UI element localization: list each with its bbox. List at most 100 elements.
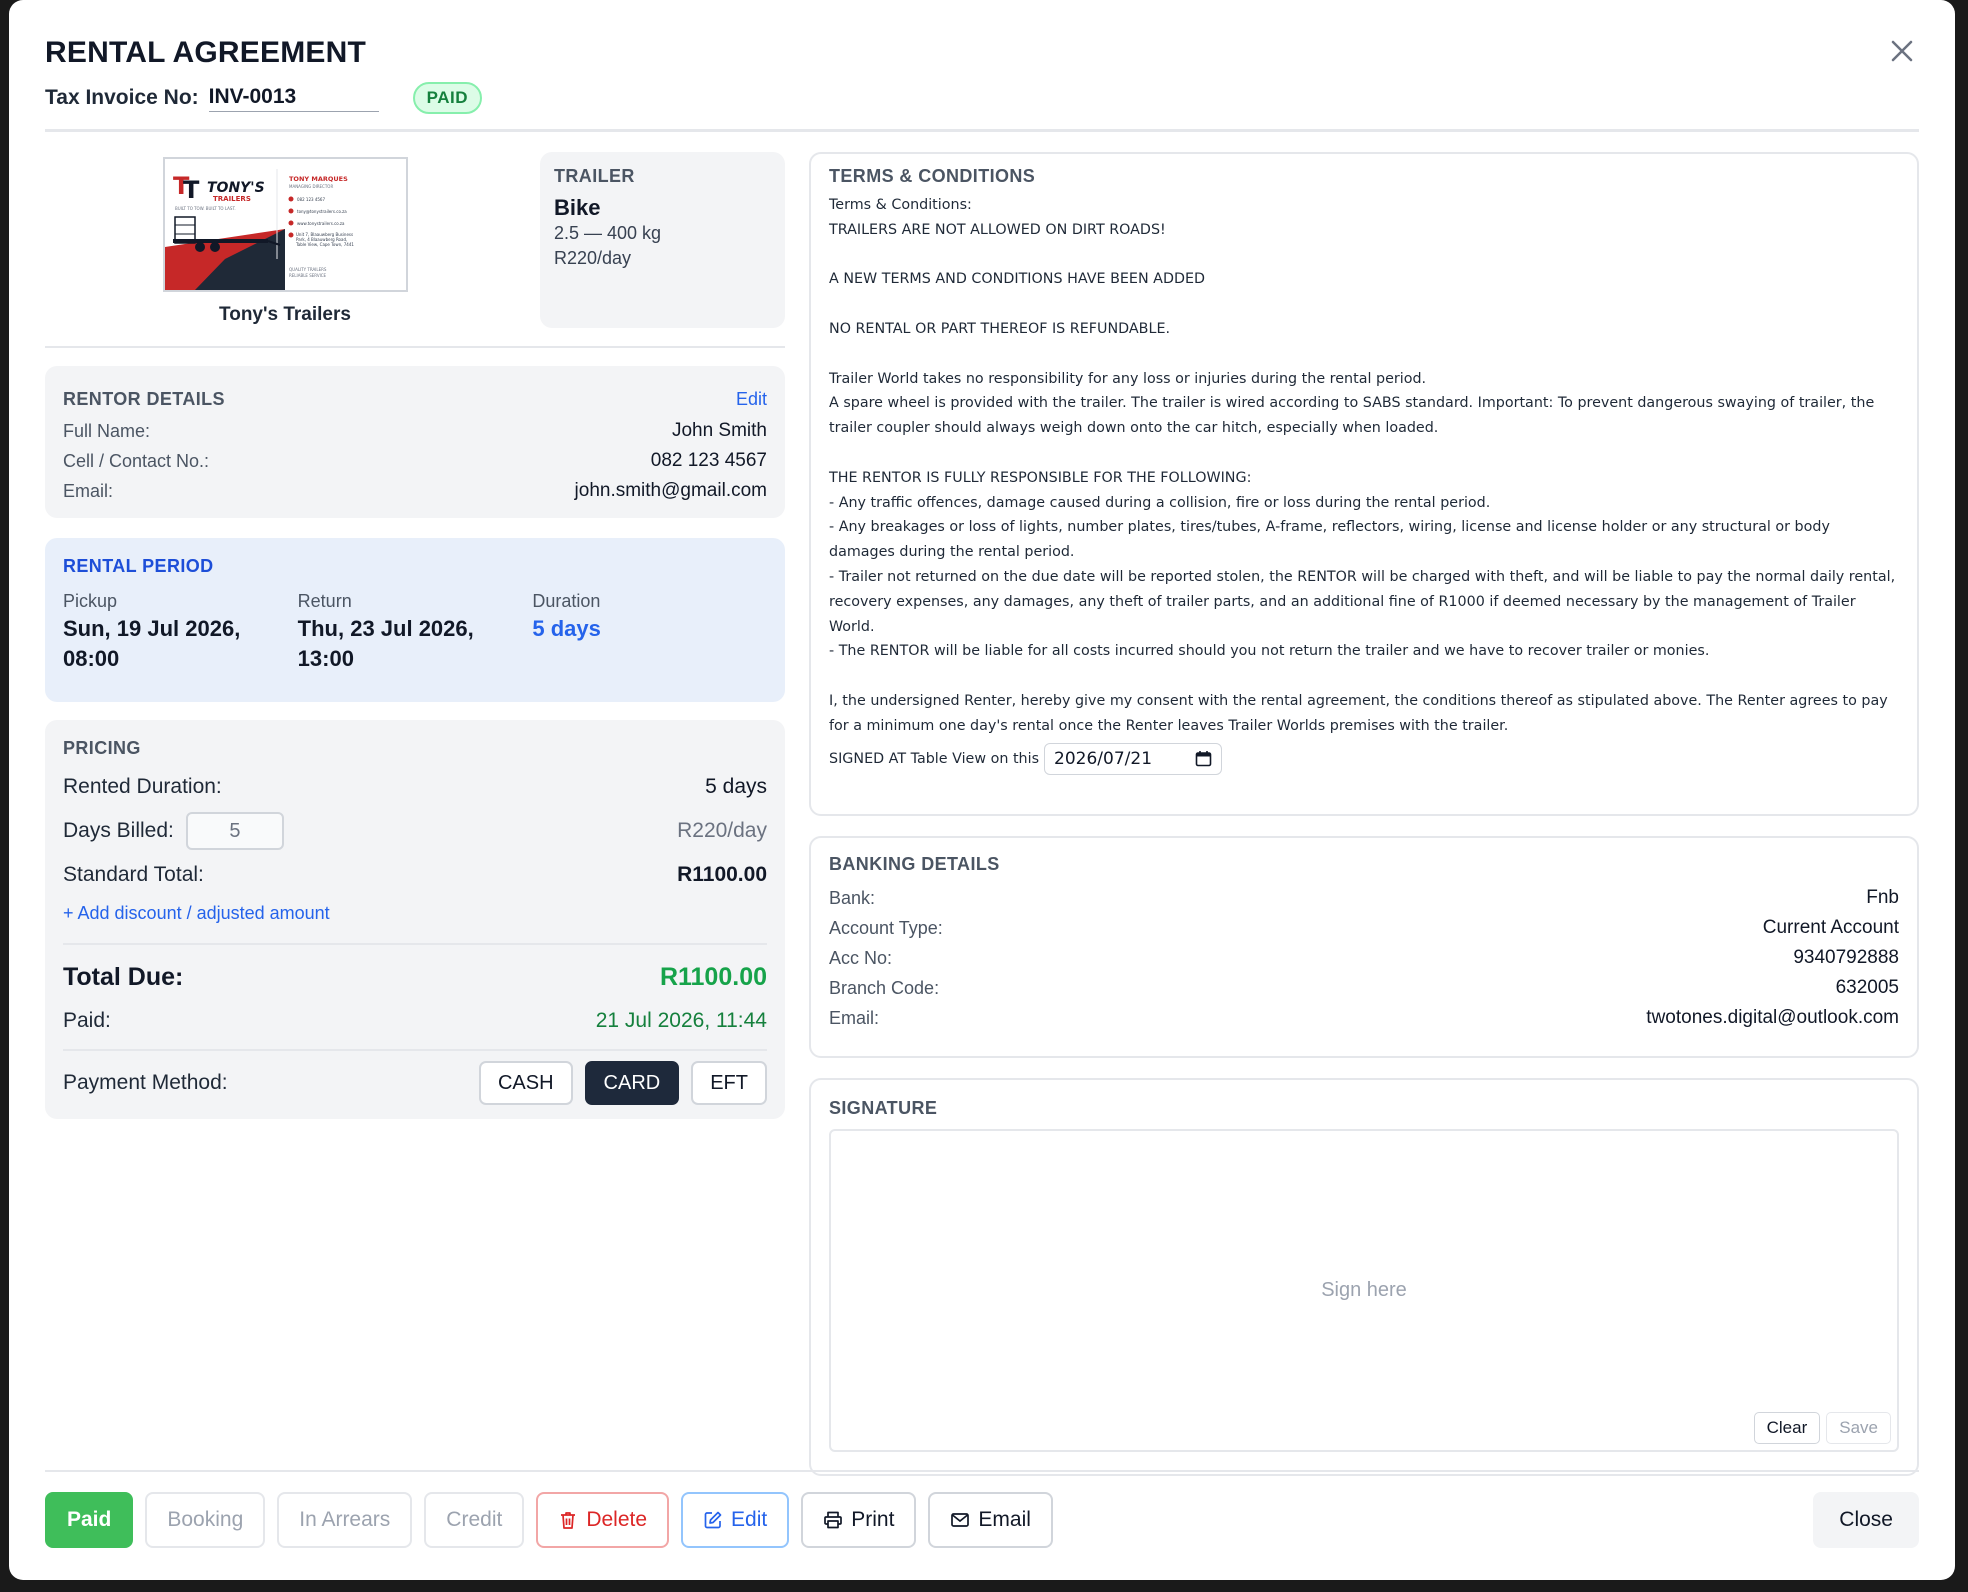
bank-row: Branch Code: 632005: [829, 973, 1899, 1003]
daily-rate: R220/day: [677, 819, 767, 842]
print-button[interactable]: Print: [801, 1492, 917, 1548]
renter-section-title: RENTOR DETAILS: [63, 388, 225, 409]
days-billed-input[interactable]: 5: [185, 812, 284, 850]
edit-renter-link[interactable]: Edit: [736, 389, 767, 410]
banking-section-title: BANKING DETAILS: [829, 854, 1000, 874]
return-label: Return: [297, 591, 352, 611]
signature-pad[interactable]: Sign here Clear Save: [829, 1129, 1899, 1452]
payment-method-group: CASH CARD EFT: [478, 1061, 767, 1105]
period-section-title: RENTAL PERIOD: [63, 556, 214, 576]
signed-date-input[interactable]: 2026/07/21: [1044, 742, 1223, 775]
renter-row: Full Name: John Smith: [63, 416, 767, 446]
payment-card-button[interactable]: CARD: [584, 1061, 680, 1105]
status-in-arrears-button[interactable]: In Arrears: [277, 1492, 413, 1548]
invoice-label: Tax Invoice No:: [45, 86, 199, 109]
paid-row: Paid: 21 Jul 2026, 11:44: [63, 999, 767, 1043]
business-card-graphic: T T TONY'S TRAILERS BUILT TO TOW. BUILT …: [165, 159, 406, 290]
svg-text:QUALITY TRAILERS: QUALITY TRAILERS: [289, 267, 327, 272]
email-button[interactable]: Email: [928, 1492, 1053, 1548]
trailer-section-title: TRAILER: [554, 166, 635, 186]
status-badge: PAID: [412, 82, 483, 114]
payment-method-label: Payment Method:: [63, 1071, 228, 1094]
divider: [63, 943, 767, 945]
total-due-row: Total Due: R1100.00: [63, 955, 767, 999]
rental-period-card: RENTAL PERIOD Pickup Sun, 19 Jul 2026, 0…: [45, 538, 785, 702]
bank-row: Bank: Fnb: [829, 883, 1899, 913]
svg-text:www.tonystrailers.co.za: www.tonystrailers.co.za: [297, 221, 345, 226]
bank-value: 632005: [1835, 977, 1899, 998]
invoice-number-field[interactable]: INV-0013: [208, 85, 379, 112]
calendar-icon[interactable]: [1195, 750, 1212, 767]
print-label: Print: [851, 1508, 895, 1531]
svg-text:tony@tonystrailers.co.za: tony@tonystrailers.co.za: [297, 209, 347, 214]
terms-body: Terms & Conditions: TRAILERS ARE NOT ALL…: [829, 197, 1896, 734]
business-card-image: T T TONY'S TRAILERS BUILT TO TOW. BUILT …: [163, 157, 408, 292]
delete-label: Delete: [586, 1508, 648, 1531]
close-button[interactable]: Close: [1813, 1492, 1919, 1548]
divider: [63, 1049, 767, 1051]
business-name: Tony's Trailers: [219, 304, 351, 325]
save-signature-button[interactable]: Save: [1826, 1412, 1891, 1444]
add-discount-link[interactable]: + Add discount / adjusted amount: [63, 903, 767, 933]
bank-label: Account Type:: [829, 917, 943, 938]
signed-at-label: SIGNED AT Table View on this: [829, 750, 1040, 767]
bank-label: Bank:: [829, 887, 876, 908]
svg-text:082 123 4567: 082 123 4567: [297, 197, 325, 202]
payment-cash-button[interactable]: CASH: [478, 1061, 573, 1105]
edit-label: Edit: [731, 1508, 768, 1531]
invoice-row: Tax Invoice No: INV-0013 PAID: [45, 82, 483, 114]
payment-eft-button[interactable]: EFT: [691, 1061, 767, 1105]
signed-at-row: SIGNED AT Table View on this 2026/07/21: [829, 742, 1899, 775]
total-due-label: Total Due:: [63, 962, 184, 991]
renter-label: Cell / Contact No.:: [63, 450, 210, 471]
bank-value: twotones.digital@outlook.com: [1646, 1007, 1899, 1028]
total-due-value: R1100.00: [659, 962, 767, 991]
rented-duration-value: 5 days: [705, 775, 767, 798]
svg-text:TONY'S: TONY'S: [207, 180, 265, 196]
terms-section-title: TERMS & CONDITIONS: [829, 166, 1036, 186]
bank-value: 9340792888: [1793, 947, 1899, 968]
status-paid-button[interactable]: Paid: [45, 1492, 134, 1548]
delete-button[interactable]: Delete: [536, 1492, 670, 1548]
bank-row: Acc No: 9340792888: [829, 943, 1899, 973]
period-columns: Pickup Sun, 19 Jul 2026, 08:00 Return Th…: [63, 591, 767, 674]
close-icon[interactable]: [1885, 34, 1919, 68]
svg-text:RELIABLE SERVICE: RELIABLE SERVICE: [289, 273, 327, 278]
trash-icon: [561, 1512, 576, 1529]
renter-row: Email: john.smith@gmail.com: [63, 476, 767, 506]
svg-text:T: T: [183, 176, 200, 204]
trailer-name: Bike: [554, 195, 601, 220]
svg-text:BUILT TO TOW. BUILT TO LAST.: BUILT TO TOW. BUILT TO LAST.: [175, 206, 236, 211]
paid-label: Paid:: [63, 1009, 111, 1032]
signed-date-value: 2026/07/21: [1054, 748, 1153, 769]
status-credit-button[interactable]: Credit: [424, 1492, 525, 1548]
printer-icon: [824, 1511, 843, 1529]
bank-label: Branch Code:: [829, 977, 940, 998]
trailer-rate: R220/day: [554, 248, 632, 268]
clear-signature-button[interactable]: Clear: [1753, 1412, 1821, 1444]
status-booking-button[interactable]: Booking: [145, 1492, 266, 1548]
page-title: RENTAL AGREEMENT: [45, 36, 366, 69]
bank-label: Acc No:: [829, 947, 893, 968]
edit-button[interactable]: Edit: [681, 1492, 790, 1548]
paid-value: 21 Jul 2026, 11:44: [595, 1009, 767, 1032]
signature-actions: Clear Save: [1753, 1412, 1891, 1444]
signature-placeholder: Sign here: [1321, 1279, 1407, 1301]
trailer-summary: TRAILER Bike 2.5 — 400 kg R220/day: [540, 152, 785, 328]
right-column: TERMS & CONDITIONS Terms & Conditions: T…: [809, 152, 1919, 1476]
renter-row: Cell / Contact No.: 082 123 4567: [63, 446, 767, 476]
standard-total-label: Standard Total:: [63, 863, 204, 886]
bank-label: Email:: [829, 1007, 880, 1028]
bank-row: Account Type: Current Account: [829, 913, 1899, 943]
mail-icon: [951, 1513, 970, 1527]
svg-text:MANAGING DIRECTOR: MANAGING DIRECTOR: [289, 184, 333, 189]
renter-label: Email:: [63, 480, 114, 501]
renter-details-card: RENTOR DETAILS Edit Full Name: John Smit…: [45, 366, 785, 518]
days-billed-group: Days Billed: 5: [63, 812, 284, 850]
rented-duration-label: Rented Duration:: [63, 775, 222, 798]
svg-text:TONY MARQUES: TONY MARQUES: [289, 175, 348, 183]
rental-agreement-modal: RENTAL AGREEMENT Tax Invoice No: INV-001…: [9, 0, 1955, 1580]
bank-row: Email: twotones.digital@outlook.com: [829, 1003, 1899, 1033]
payment-method-row: Payment Method: CASH CARD EFT: [63, 1061, 767, 1105]
bank-value: Current Account: [1762, 917, 1899, 938]
